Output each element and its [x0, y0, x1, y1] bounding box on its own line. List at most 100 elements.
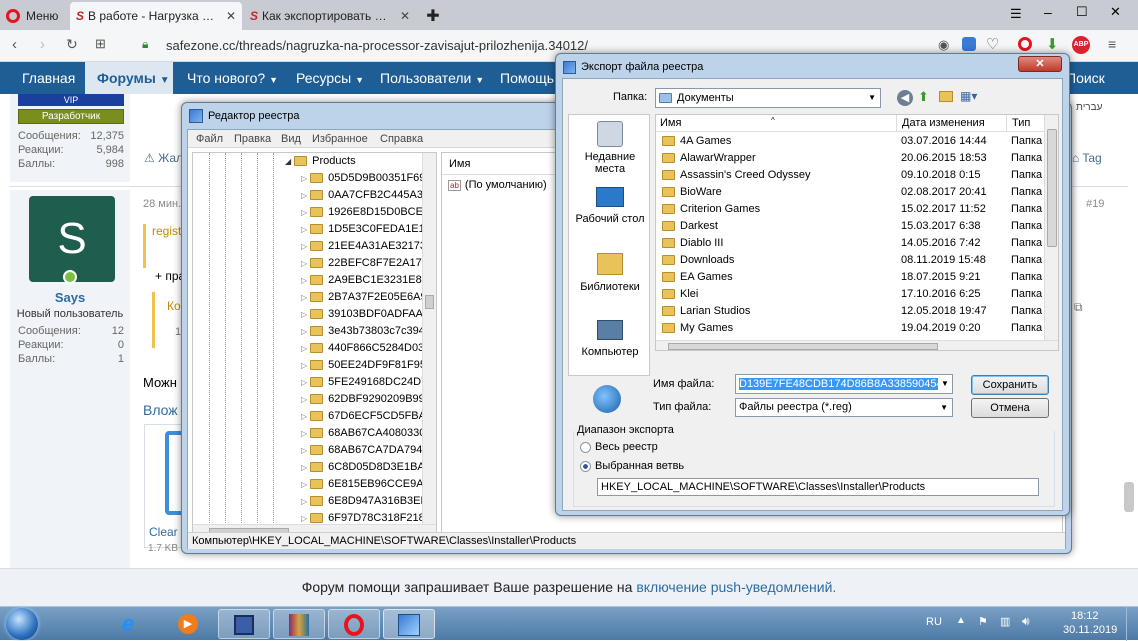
attachment-card[interactable]: Clear — [144, 424, 186, 548]
place-desktop[interactable]: Рабочий стол — [569, 187, 651, 225]
avatar[interactable]: S — [29, 196, 115, 282]
tab-inactive[interactable]: S Как экспортировать ветк ✕ — [244, 2, 416, 30]
tree-node[interactable]: ▷ 62DBF9290209B993 — [301, 391, 431, 408]
easy-setup-icon[interactable]: ≡ — [1108, 36, 1116, 52]
place-recent[interactable]: Недавние места — [569, 121, 651, 175]
reload-icon[interactable]: ↻ — [66, 36, 78, 53]
tabs-menu-icon[interactable]: ☰ — [1010, 6, 1022, 22]
file-list[interactable]: Имя ^ Дата изменения Тип 4A Games 03.07.2… — [655, 114, 1059, 351]
file-row[interactable]: Diablo III 14.05.2016 7:42 Папка — [656, 235, 1044, 252]
page-scrollbar[interactable] — [1124, 482, 1134, 512]
taskbar-media-player[interactable]: ▶ — [162, 609, 214, 639]
place-computer[interactable]: Компьютер — [569, 320, 651, 358]
taskbar-ie[interactable]: e — [108, 609, 160, 639]
tree-node[interactable]: ▷ 1926E8D15D0BCE5 — [301, 204, 429, 221]
menu-edit[interactable]: Правка — [234, 133, 271, 145]
save-button[interactable]: Сохранить — [971, 375, 1049, 395]
file-list-hscroll-thumb[interactable] — [668, 343, 938, 350]
filetype-select[interactable]: Файлы реестра (*.reg) ▼ — [735, 398, 953, 417]
tree-node[interactable]: ▷ 39103BDF0ADFAAD — [301, 306, 431, 323]
new-tab-button[interactable]: ✚ — [420, 2, 446, 30]
tree-scroll-thumb[interactable] — [425, 295, 434, 309]
file-row[interactable]: 4A Games 03.07.2016 14:44 Папка — [656, 133, 1044, 150]
file-row[interactable]: Darkest 15.03.2017 6:38 Папка — [656, 218, 1044, 235]
maximize-icon[interactable]: ☐ — [1076, 4, 1088, 20]
taskbar-winrar[interactable] — [273, 609, 325, 639]
file-list-scroll-thumb[interactable] — [1047, 129, 1057, 247]
nav-forums[interactable]: Форумы ▼ — [85, 62, 173, 94]
language-indicator[interactable]: RU — [926, 616, 942, 628]
minimize-icon[interactable]: – — [1044, 4, 1052, 20]
file-row[interactable]: Larian Studios 12.05.2018 19:47 Папка — [656, 303, 1044, 320]
place-libraries[interactable]: Библиотеки — [569, 253, 651, 293]
registry-tree[interactable]: ◢ Products ▷ 05D5D9B00351F694 ▷ 0AA7CFB2C445… — [192, 152, 437, 540]
action-center-icon[interactable]: ⚑ — [978, 615, 988, 628]
tree-node-products[interactable]: ◢ Products — [285, 153, 356, 170]
tree-vscrollbar[interactable] — [422, 153, 436, 525]
nav-home[interactable]: Главная — [22, 62, 75, 94]
nav-whats-new[interactable]: Что нового? ▼ — [187, 62, 278, 94]
file-row[interactable]: Downloads 08.11.2019 15:48 Папка — [656, 252, 1044, 269]
file-row[interactable]: EA Games 18.07.2015 9:21 Папка — [656, 269, 1044, 286]
branch-path-input[interactable]: HKEY_LOCAL_MACHINE\SOFTWARE\Classes\Inst… — [597, 478, 1039, 496]
opera-extension-icon[interactable] — [1018, 37, 1032, 51]
tree-node[interactable]: ▷ 68AB67CA7DA7940 — [301, 442, 428, 459]
download-icon[interactable]: ⬇ — [1046, 35, 1059, 53]
forward-icon[interactable]: › — [40, 36, 45, 53]
file-row[interactable]: BioWare 02.08.2017 20:41 Папка — [656, 184, 1044, 201]
menu-view[interactable]: Вид — [281, 133, 301, 145]
radio-all-registry[interactable]: Весь реестр — [580, 441, 658, 453]
file-list-hscrollbar[interactable] — [656, 340, 1058, 350]
close-icon[interactable]: ✕ — [1110, 4, 1121, 20]
view-menu-icon[interactable]: ▦▾ — [960, 89, 977, 103]
tree-node[interactable]: ▷ 5FE249168DC24D74 — [301, 374, 433, 391]
column-name[interactable]: Имя — [660, 115, 681, 132]
file-row[interactable]: AlawarWrapper 20.06.2015 18:53 Папка — [656, 150, 1044, 167]
tree-node[interactable]: ▷ 3e43b73803c7c394f — [301, 323, 428, 340]
tree-node[interactable]: ▷ 6E8D947A316B3EB3 — [301, 493, 434, 510]
clock-date[interactable]: 30.11.2019 — [1063, 624, 1117, 636]
tray-expand-icon[interactable]: ▲ — [956, 615, 966, 626]
nav-resources[interactable]: Ресурсы ▼ — [296, 62, 364, 94]
back-arrow-icon[interactable]: ◀ — [897, 90, 913, 106]
dialog-close-button[interactable]: ✕ — [1018, 56, 1062, 72]
show-desktop-button[interactable] — [1126, 607, 1138, 641]
tree-node[interactable]: ▷ 440F866C5284D033 — [301, 340, 430, 357]
speed-dial-icon[interactable]: ⊞ — [95, 36, 106, 52]
value-row-default[interactable]: ab (По умолчанию) — [448, 177, 547, 194]
url-field[interactable]: safezone.cc/threads/nagruzka-na-processo… — [166, 38, 588, 53]
clock-time[interactable]: 18:12 — [1071, 610, 1099, 622]
shield-icon[interactable] — [962, 37, 976, 51]
tree-node[interactable]: ▷ 2B7A37F2E05E6A93 — [301, 289, 433, 306]
tree-node[interactable]: ▷ 67D6ECF5CD5FBA7 — [301, 408, 432, 425]
new-folder-icon[interactable] — [939, 91, 953, 102]
back-icon[interactable]: ‹ — [12, 36, 17, 53]
chevron-down-icon[interactable]: ▼ — [938, 375, 952, 393]
browser-menu-button[interactable]: Меню — [0, 2, 70, 30]
taskbar-opera[interactable] — [328, 609, 380, 639]
up-folder-icon[interactable]: ⬆ — [918, 89, 929, 105]
tree-node[interactable]: ▷ 22BEFC8F7E2A1793 — [301, 255, 434, 272]
nav-users[interactable]: Пользователи ▼ — [380, 62, 484, 94]
tree-node[interactable]: ▷ 50EE24DF9F81F954 — [301, 357, 432, 374]
push-enable-link[interactable]: включение push-уведомлений. — [636, 579, 836, 595]
file-row[interactable]: My Games 19.04.2019 0:20 Папка — [656, 320, 1044, 337]
post-time[interactable]: 28 мин. — [143, 198, 181, 210]
tree-node[interactable]: ▷ 05D5D9B00351F694 — [301, 170, 432, 187]
file-list-vscrollbar[interactable] — [1044, 115, 1058, 340]
nav-help[interactable]: Помощь — [500, 62, 554, 94]
menu-favorites[interactable]: Избранное — [312, 133, 368, 145]
tab-close-icon[interactable]: ✕ — [400, 9, 410, 23]
export-titlebar[interactable]: Экспорт файла реестра ✕ — [556, 54, 1069, 80]
tree-node[interactable]: ▷ 68AB67CA40803301 — [301, 425, 432, 442]
tab-close-icon[interactable]: ✕ — [226, 9, 236, 23]
nav-search[interactable]: Поиск — [1066, 62, 1105, 94]
network-icon[interactable]: ▥ — [1000, 615, 1010, 628]
tree-node[interactable]: ▷ 6E815EB96CCE9A53 — [301, 476, 436, 493]
menu-file[interactable]: Файл — [196, 133, 223, 145]
taskbar-regedit[interactable] — [383, 609, 435, 639]
radio-selected-branch[interactable]: Выбранная ветвь — [580, 460, 684, 472]
adblock-icon[interactable]: ABP — [1072, 36, 1090, 54]
tree-node[interactable]: ▷ 2A9EBC1E3231E884 — [301, 272, 434, 289]
tree-node[interactable]: ▷ 21EE4A31AE321733 — [301, 238, 432, 255]
